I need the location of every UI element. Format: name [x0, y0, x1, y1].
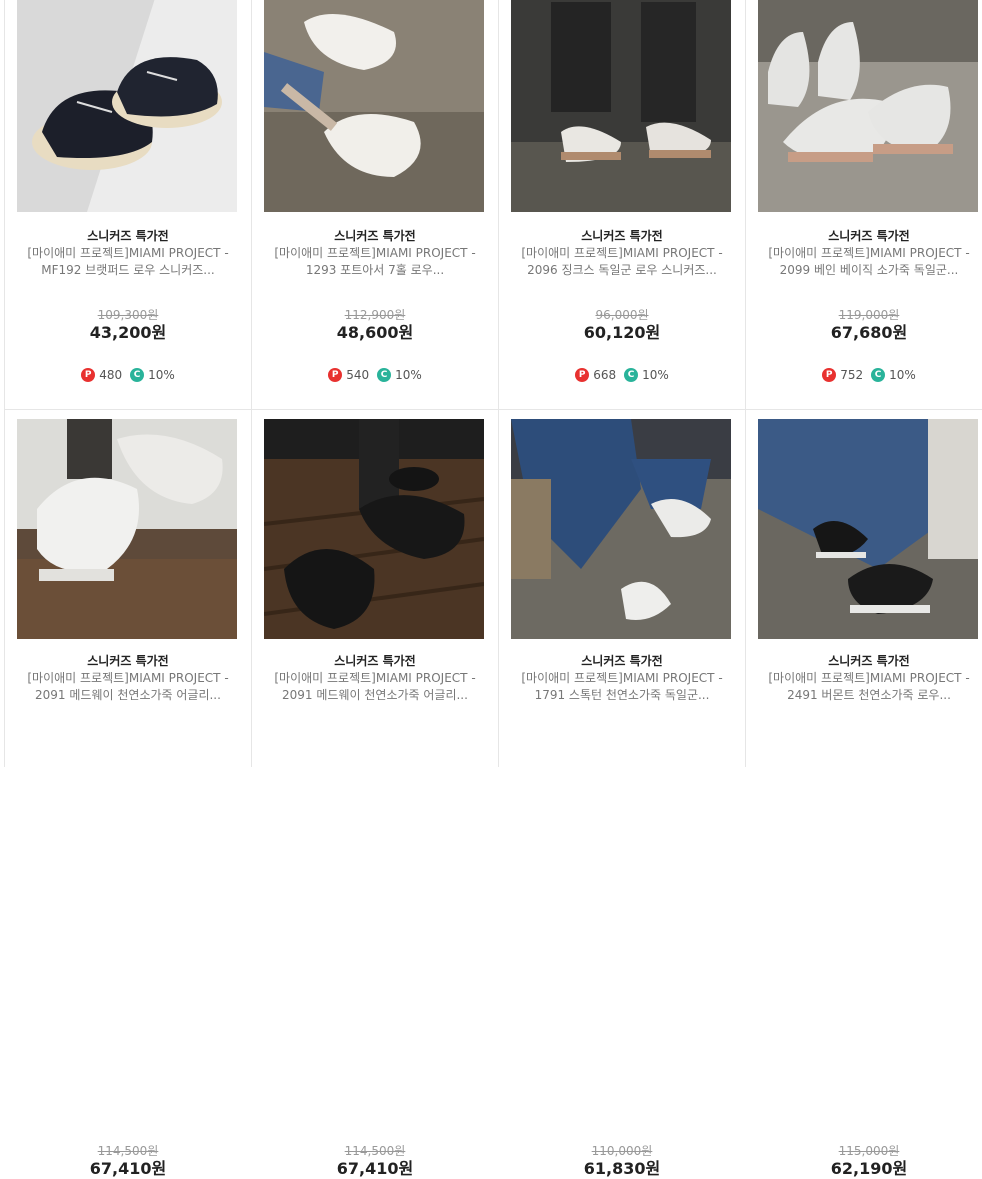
original-price: 110,000원 — [591, 1144, 653, 1158]
original-price: 112,900원 — [344, 308, 406, 322]
product-card[interactable]: 스니커즈 특가전 [마이애미 프로젝트]MIAMI PROJECT - 2099… — [746, 0, 982, 410]
point-icon: P — [575, 368, 590, 382]
product-name[interactable]: [마이애미 프로젝트]MIAMI PROJECT - 2491 버몬트 천연소가… — [746, 670, 982, 704]
coupon-value: 10% — [642, 368, 669, 382]
sale-price: 67,410원 — [336, 1159, 414, 1178]
product-image[interactable] — [511, 419, 731, 639]
coupon-icon: C — [624, 368, 639, 382]
benefit-row: P 540 C 10% — [252, 367, 498, 383]
product-name[interactable]: [마이애미 프로젝트]MIAMI PROJECT - 2096 징크스 독일군 … — [499, 245, 745, 279]
product-card[interactable]: 스니커즈 특가전 [마이애미 프로젝트]MIAMI PROJECT - 2096… — [499, 0, 746, 410]
product-grid: 스니커즈 특가전 [마이애미 프로젝트]MIAMI PROJECT - MF19… — [0, 0, 982, 1178]
original-price: 109,300원 — [97, 308, 159, 322]
product-card[interactable]: 스니커즈 특가전 [마이애미 프로젝트]MIAMI PROJECT - 2091… — [252, 410, 499, 1178]
product-name[interactable]: [마이애미 프로젝트]MIAMI PROJECT - 2099 베인 베이직 소… — [746, 245, 982, 279]
sale-price: 60,120원 — [583, 323, 661, 342]
product-name[interactable]: [마이애미 프로젝트]MIAMI PROJECT - 2091 메드웨이 천연소… — [5, 670, 251, 704]
product-card[interactable]: 스니커즈 특가전 [마이애미 프로젝트]MIAMI PROJECT - 2491… — [746, 410, 982, 1178]
product-image[interactable] — [17, 419, 237, 639]
product-category: 스니커즈 특가전 — [581, 229, 663, 243]
product-card[interactable]: 스니커즈 특가전 [마이애미 프로젝트]MIAMI PROJECT - 1293… — [252, 0, 499, 410]
product-image[interactable] — [264, 0, 484, 212]
benefit-row: P 480 C 10% — [5, 367, 251, 383]
original-price: 114,500원 — [344, 1144, 406, 1158]
coupon-icon: C — [130, 368, 145, 382]
product-name-line2[interactable]: 1293 포트아서 7홀 로우... — [268, 262, 482, 279]
point-value: 480 — [99, 368, 123, 382]
point-value: 752 — [840, 368, 864, 382]
original-price: 115,000원 — [838, 1144, 900, 1158]
product-image[interactable] — [511, 0, 731, 212]
product-name-line2[interactable]: 1791 스톡턴 천연소가죽 독일군... — [515, 687, 729, 704]
product-name-line1[interactable]: [마이애미 프로젝트]MIAMI PROJECT - — [762, 245, 976, 262]
product-category: 스니커즈 특가전 — [334, 229, 416, 243]
product-card[interactable]: 스니커즈 특가전 [마이애미 프로젝트]MIAMI PROJECT - MF19… — [5, 0, 252, 410]
coupon-icon: C — [871, 368, 886, 382]
product-name-line1[interactable]: [마이애미 프로젝트]MIAMI PROJECT - — [515, 670, 729, 687]
product-name-line2[interactable]: 2491 버몬트 천연소가죽 로우... — [762, 687, 976, 704]
sale-price: 61,830원 — [583, 1159, 661, 1178]
product-category: 스니커즈 특가전 — [828, 654, 910, 668]
product-name-line2[interactable]: 2099 베인 베이직 소가죽 독일군... — [762, 262, 976, 279]
product-card[interactable]: 스니커즈 특가전 [마이애미 프로젝트]MIAMI PROJECT - 2091… — [5, 410, 252, 1178]
original-price: 114,500원 — [97, 1144, 159, 1158]
product-card[interactable]: 스니커즈 특가전 [마이애미 프로젝트]MIAMI PROJECT - 1791… — [499, 410, 746, 1178]
product-name-line2[interactable]: 2096 징크스 독일군 로우 스니커즈... — [515, 262, 729, 279]
product-name[interactable]: [마이애미 프로젝트]MIAMI PROJECT - MF192 브랫퍼드 로우… — [5, 245, 251, 279]
product-name-line1[interactable]: [마이애미 프로젝트]MIAMI PROJECT - — [268, 245, 482, 262]
benefit-row: P 668 C 10% — [499, 367, 745, 383]
sale-price: 67,680원 — [830, 323, 908, 342]
product-name-line2[interactable]: 2091 메드웨이 천연소가죽 어글리... — [268, 687, 482, 704]
original-price: 119,000원 — [838, 308, 900, 322]
product-name-line1[interactable]: [마이애미 프로젝트]MIAMI PROJECT - — [21, 670, 235, 687]
coupon-value: 10% — [889, 368, 916, 382]
product-image[interactable] — [17, 0, 237, 212]
product-name-line1[interactable]: [마이애미 프로젝트]MIAMI PROJECT - — [762, 670, 976, 687]
benefit-row: P 752 C 10% — [746, 367, 982, 383]
sale-price: 67,410원 — [89, 1159, 167, 1178]
point-value: 540 — [346, 368, 370, 382]
original-price: 96,000원 — [595, 308, 649, 322]
product-image[interactable] — [758, 0, 978, 212]
point-icon: P — [81, 368, 96, 382]
point-value: 668 — [593, 368, 617, 382]
coupon-value: 10% — [395, 368, 422, 382]
product-category: 스니커즈 특가전 — [581, 654, 663, 668]
point-icon: P — [822, 368, 837, 382]
product-category: 스니커즈 특가전 — [334, 654, 416, 668]
product-category: 스니커즈 특가전 — [87, 229, 169, 243]
product-name[interactable]: [마이애미 프로젝트]MIAMI PROJECT - 1293 포트아서 7홀 … — [252, 245, 498, 279]
sale-price: 43,200원 — [89, 323, 167, 342]
product-image[interactable] — [264, 419, 484, 639]
product-name[interactable]: [마이애미 프로젝트]MIAMI PROJECT - 1791 스톡턴 천연소가… — [499, 670, 745, 704]
sale-price: 48,600원 — [336, 323, 414, 342]
product-name-line2[interactable]: MF192 브랫퍼드 로우 스니커즈... — [21, 262, 235, 279]
sale-price: 62,190원 — [830, 1159, 908, 1178]
product-name-line1[interactable]: [마이애미 프로젝트]MIAMI PROJECT - — [21, 245, 235, 262]
product-category: 스니커즈 특가전 — [87, 654, 169, 668]
point-icon: P — [328, 368, 343, 382]
coupon-value: 10% — [148, 368, 175, 382]
product-name-line2[interactable]: 2091 메드웨이 천연소가죽 어글리... — [21, 687, 235, 704]
product-image[interactable] — [758, 419, 978, 639]
coupon-icon: C — [377, 368, 392, 382]
product-name-line1[interactable]: [마이애미 프로젝트]MIAMI PROJECT - — [268, 670, 482, 687]
product-category: 스니커즈 특가전 — [828, 229, 910, 243]
product-name-line1[interactable]: [마이애미 프로젝트]MIAMI PROJECT - — [515, 245, 729, 262]
product-name[interactable]: [마이애미 프로젝트]MIAMI PROJECT - 2091 메드웨이 천연소… — [252, 670, 498, 704]
